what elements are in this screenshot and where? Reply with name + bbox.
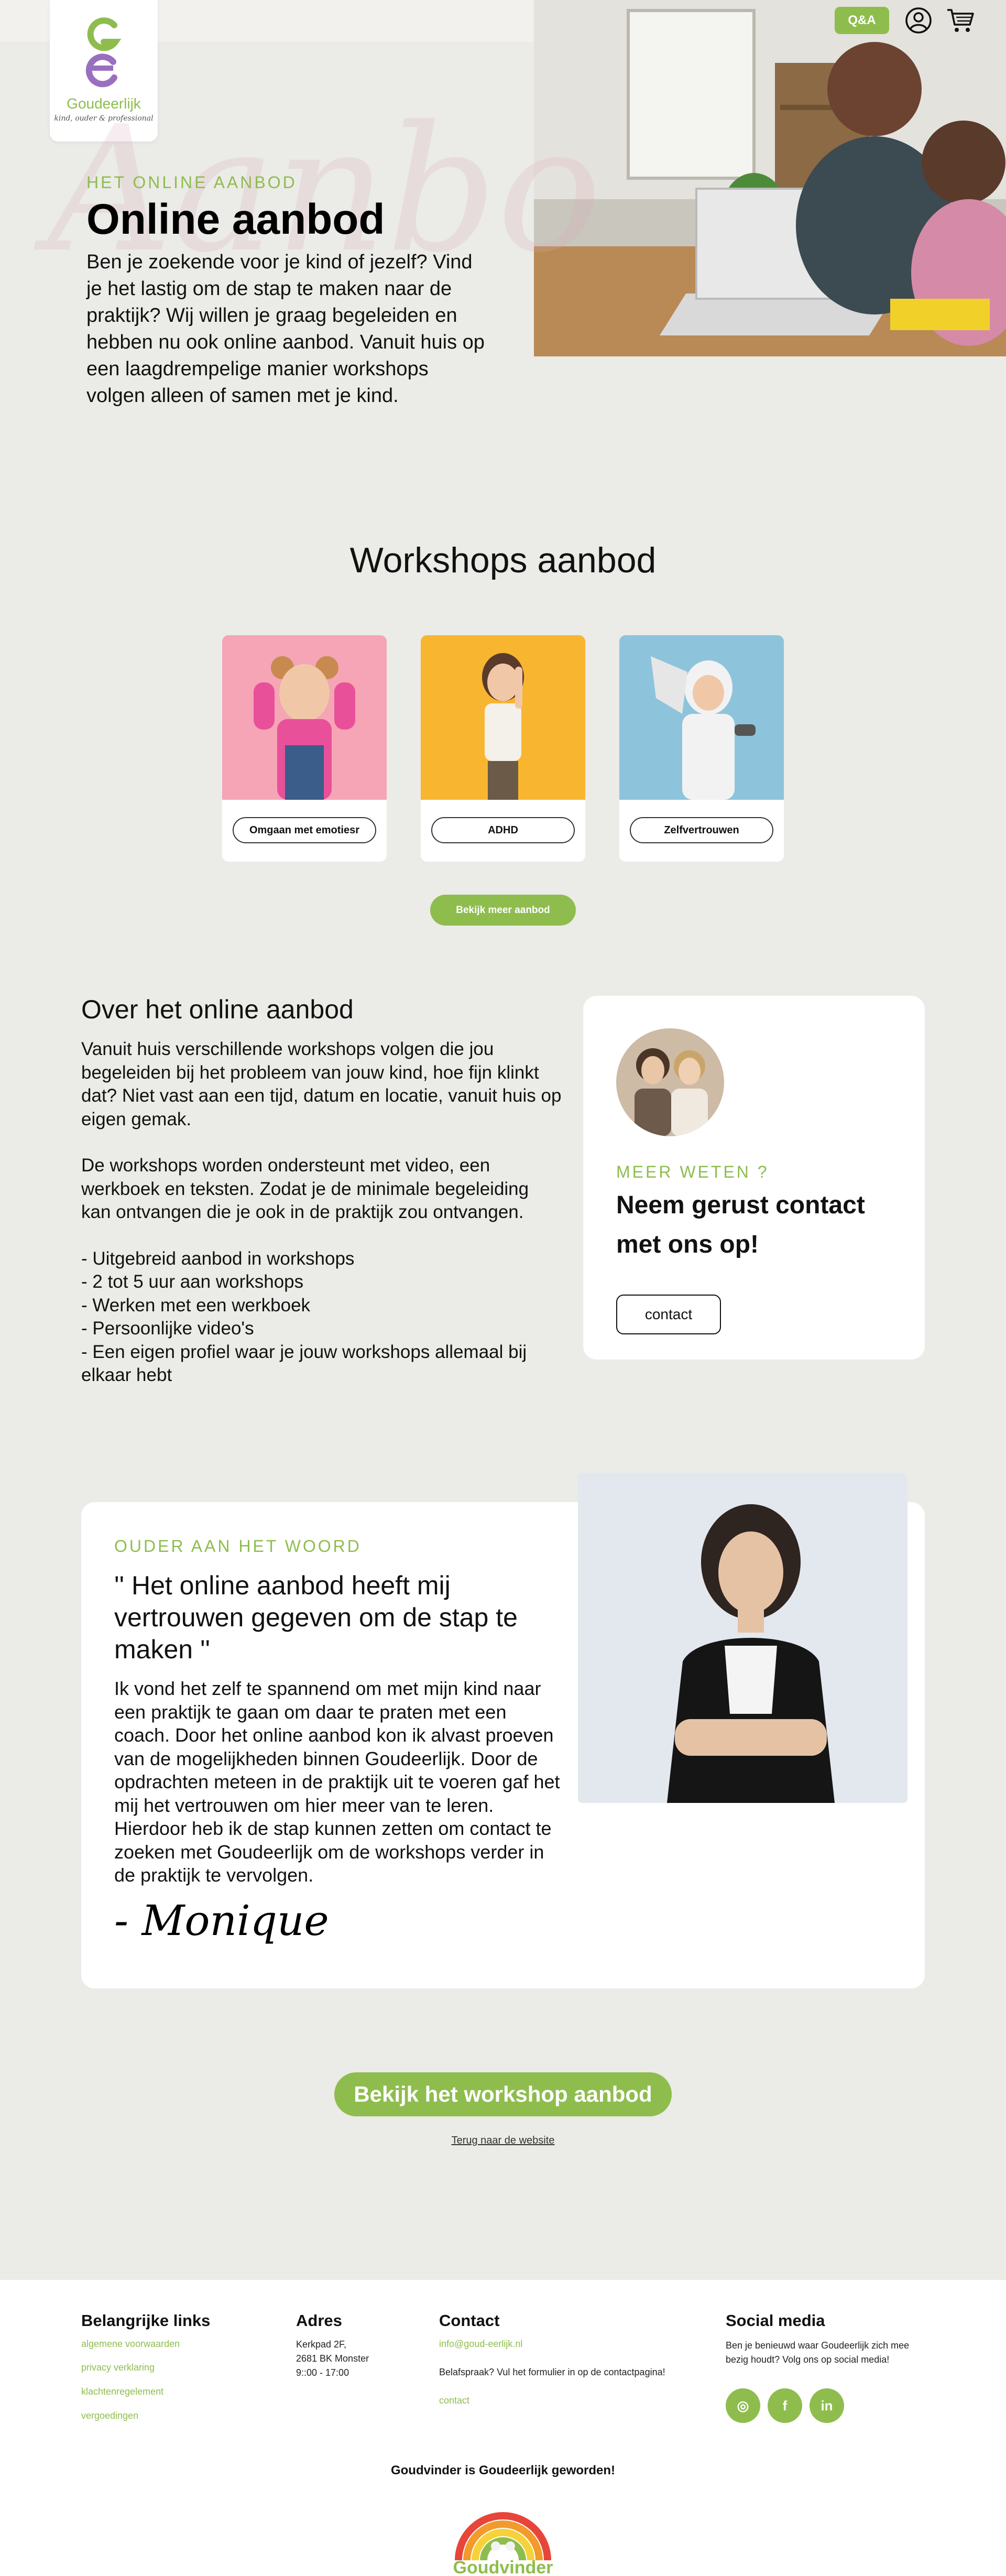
footer-social-title: Social media bbox=[726, 2311, 825, 2330]
footer-link[interactable]: algemene voorwaarden bbox=[81, 2339, 180, 2350]
footer-link[interactable]: privacy verklaring bbox=[81, 2362, 155, 2373]
list-item: - Werken met een werkboek bbox=[81, 1295, 311, 1316]
user-icon[interactable] bbox=[905, 7, 932, 34]
list-item: - Persoonlijke video's bbox=[81, 1318, 254, 1339]
contact-title: Neem gerust contact met ons op! bbox=[616, 1191, 865, 1258]
footer: Belangrijke links algemene voorwaarden p… bbox=[0, 2280, 1006, 2576]
workshop-label[interactable]: Omgaan met emotiesr bbox=[233, 817, 376, 843]
workshop-photo bbox=[619, 635, 784, 800]
instagram-icon[interactable]: ◎ bbox=[726, 2388, 760, 2423]
page-title: Online aanbod bbox=[86, 195, 385, 243]
footer-address-line: 2681 BK Monster bbox=[296, 2353, 369, 2364]
workshop-photo bbox=[222, 635, 387, 800]
hero-image bbox=[534, 0, 1006, 356]
footer-contact-link[interactable]: contact bbox=[439, 2395, 469, 2406]
about-bullet-list: - Uitgebreid aanbod in workshops - 2 tot… bbox=[81, 1247, 563, 1387]
list-item: - 2 tot 5 uur aan workshops bbox=[81, 1271, 304, 1292]
footer-social-text: Ben je benieuwd waar Goudeerlijk zich me… bbox=[726, 2340, 910, 2365]
logo-mark-icon bbox=[85, 17, 122, 88]
footer-note: Goudvinder is Goudeerlijk geworden! bbox=[390, 2463, 616, 2477]
footer-links-title: Belangrijke links bbox=[81, 2311, 211, 2330]
workshop-photo bbox=[421, 635, 585, 800]
goudvinder-logo: Goudvinder bbox=[451, 2505, 555, 2576]
about-title: Over het online aanbod bbox=[81, 995, 354, 1024]
footer-contact-title: Contact bbox=[439, 2311, 500, 2330]
footer-contact-text: Belafspraak? Vul het formulier in op de … bbox=[439, 2367, 665, 2377]
hero-kicker: HET ONLINE AANBOD bbox=[86, 173, 297, 192]
about-body: Vanuit huis verschillende workshops volg… bbox=[81, 1038, 563, 1387]
workshop-card-emoties[interactable]: Omgaan met emotiesr bbox=[222, 635, 387, 862]
testimonial-signature: - Monique bbox=[114, 1896, 329, 1945]
about-paragraph: Vanuit huis verschillende workshops volg… bbox=[81, 1039, 562, 1129]
footer-link[interactable]: vergoedingen bbox=[81, 2410, 138, 2421]
contact-card: MEER WETEN ? Neem gerust contact met ons… bbox=[583, 996, 925, 1360]
contact-kicker: MEER WETEN ? bbox=[616, 1162, 769, 1181]
more-workshops-button[interactable]: Bekijk meer aanbod bbox=[430, 895, 576, 926]
list-item: - Een eigen profiel waar je jouw worksho… bbox=[81, 1341, 527, 1386]
workshop-card-adhd[interactable]: ADHD bbox=[421, 635, 585, 862]
footer-address-line: Kerkpad 2F, bbox=[296, 2339, 347, 2350]
cart-icon[interactable] bbox=[946, 7, 975, 34]
testimonial-photo bbox=[578, 1473, 907, 1803]
workshop-aanbod-button[interactable]: Bekijk het workshop aanbod bbox=[334, 2072, 672, 2116]
hero-intro: Ben je zoekende voor je kind of jezelf? … bbox=[86, 251, 485, 407]
workshops-title: Workshops aanbod bbox=[349, 540, 657, 580]
team-avatar bbox=[616, 1028, 724, 1136]
list-item: - Uitgebreid aanbod in workshops bbox=[81, 1248, 355, 1269]
about-paragraph: De workshops worden ondersteunt met vide… bbox=[81, 1155, 529, 1222]
testimonial-body: Ik vond het zelf te spannend om met mijn… bbox=[114, 1678, 560, 1886]
testimonial-kicker: OUDER AAN HET WOORD bbox=[114, 1537, 362, 1556]
linkedin-icon[interactable]: in bbox=[810, 2388, 844, 2423]
goudvinder-logo-text: Goudvinder bbox=[453, 2558, 553, 2576]
contact-button[interactable]: contact bbox=[616, 1295, 721, 1334]
workshop-card-zelfvertrouwen[interactable]: Zelfvertrouwen bbox=[619, 635, 784, 862]
testimonial-quote: '' Het online aanbod heeft mij vertrouwe… bbox=[114, 1571, 518, 1664]
footer-address-line: 9::00 - 17:00 bbox=[296, 2367, 349, 2378]
footer-link[interactable]: klachtenregelement bbox=[81, 2386, 163, 2397]
footer-email-link[interactable]: info@goud-eerlijk.nl bbox=[439, 2339, 522, 2350]
footer-address-title: Adres bbox=[296, 2311, 342, 2330]
qa-button[interactable]: Q&A bbox=[835, 7, 889, 34]
workshop-label[interactable]: ADHD bbox=[431, 817, 575, 843]
workshop-label[interactable]: Zelfvertrouwen bbox=[630, 817, 773, 843]
facebook-icon[interactable]: f bbox=[768, 2388, 802, 2423]
back-to-website-link[interactable]: Terug naar de website bbox=[0, 2135, 1006, 2147]
